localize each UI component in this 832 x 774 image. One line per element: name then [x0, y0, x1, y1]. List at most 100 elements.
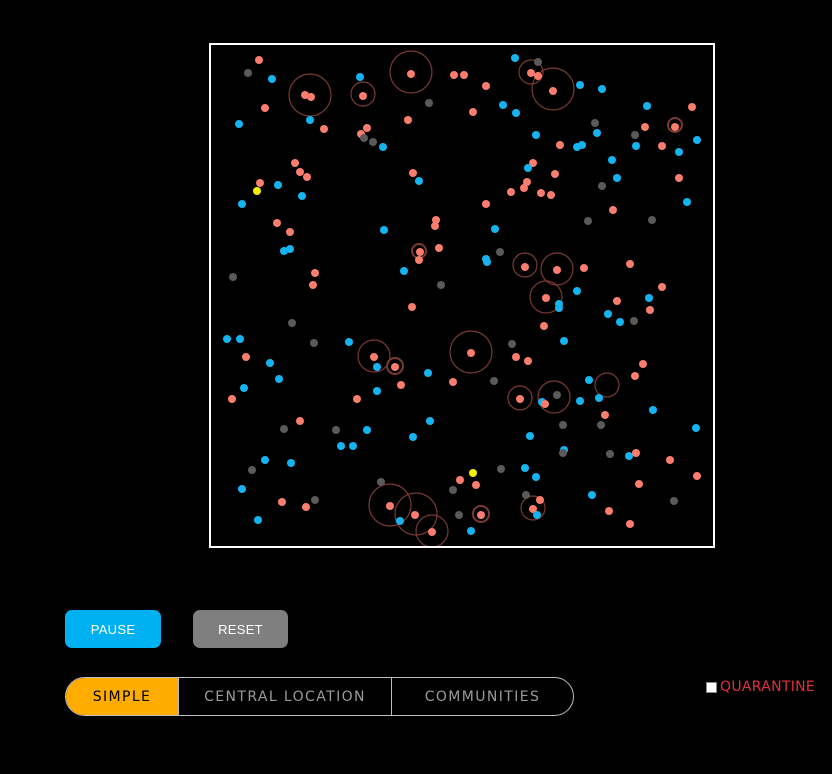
particle-infected: [256, 179, 264, 187]
particle-infected: [255, 56, 263, 64]
particle-infected: [353, 395, 361, 403]
particle-infected: [291, 159, 299, 167]
tab-communities[interactable]: COMMUNITIES: [392, 678, 573, 715]
particle-healthy: [236, 335, 244, 343]
particle-healthy: [585, 376, 593, 384]
particle-infected: [641, 123, 649, 131]
tab-central-location[interactable]: CENTRAL LOCATION: [178, 678, 392, 715]
particle-recovered: [229, 273, 237, 281]
reset-button[interactable]: RESET: [193, 610, 288, 648]
particle-infected: [540, 322, 548, 330]
particle-infected: [407, 70, 415, 78]
particle-infected: [303, 173, 311, 181]
particle-healthy: [396, 517, 404, 525]
particle-healthy: [560, 337, 568, 345]
particle-recovered: [553, 391, 561, 399]
particle-healthy: [280, 247, 288, 255]
particle-healthy: [415, 177, 423, 185]
particle-infected: [363, 124, 371, 132]
particle-healthy: [235, 120, 243, 128]
tab-simple[interactable]: SIMPLE: [66, 678, 178, 715]
infection-ring: [594, 372, 620, 398]
particle-healthy: [426, 417, 434, 425]
particle-healthy: [223, 335, 231, 343]
particle-healthy: [693, 136, 701, 144]
particle-healthy: [555, 304, 563, 312]
particle-healthy: [373, 387, 381, 395]
particle-healthy: [649, 406, 657, 414]
pause-button[interactable]: PAUSE: [65, 610, 161, 648]
particle-infected: [556, 141, 564, 149]
particle-healthy: [337, 442, 345, 450]
particle-healthy: [576, 81, 584, 89]
particle-infected: [409, 169, 417, 177]
particle-recovered: [311, 496, 319, 504]
particle-infected: [408, 303, 416, 311]
particle-infected: [613, 297, 621, 305]
particle-recovered: [360, 134, 368, 142]
particle-healthy: [274, 181, 282, 189]
particle-highlight: [253, 187, 261, 195]
particle-healthy: [349, 442, 357, 450]
particle-healthy: [643, 102, 651, 110]
particle-infected: [482, 200, 490, 208]
particle-infected: [658, 283, 666, 291]
particle-infected: [605, 507, 613, 515]
quarantine-label: QUARANTINE: [720, 679, 816, 695]
particle-recovered: [310, 339, 318, 347]
particle-healthy: [521, 464, 529, 472]
particle-recovered: [591, 119, 599, 127]
particle-infected: [320, 125, 328, 133]
particle-infected: [370, 353, 378, 361]
particle-infected: [477, 511, 485, 519]
particle-healthy: [683, 198, 691, 206]
simulation-canvas: [209, 43, 715, 548]
particle-recovered: [559, 449, 567, 457]
particle-recovered: [244, 69, 252, 77]
particle-recovered: [332, 426, 340, 434]
particle-infected: [646, 306, 654, 314]
particle-healthy: [616, 318, 624, 326]
particle-infected: [311, 269, 319, 277]
particle-infected: [520, 184, 528, 192]
particle-recovered: [631, 131, 639, 139]
particle-healthy: [593, 129, 601, 137]
particle-healthy: [483, 258, 491, 266]
particle-healthy: [613, 174, 621, 182]
particle-infected: [456, 476, 464, 484]
particle-healthy: [604, 310, 612, 318]
particle-healthy: [254, 516, 262, 524]
particle-healthy: [275, 375, 283, 383]
particle-infected: [658, 142, 666, 150]
particle-infected: [391, 363, 399, 371]
particle-infected: [431, 222, 439, 230]
particle-healthy: [576, 397, 584, 405]
particle-recovered: [455, 511, 463, 519]
particle-infected: [273, 219, 281, 227]
particle-healthy: [379, 143, 387, 151]
particle-healthy: [491, 225, 499, 233]
particle-recovered: [670, 497, 678, 505]
particle-infected: [541, 400, 549, 408]
particle-recovered: [496, 248, 504, 256]
particle-infected: [296, 417, 304, 425]
particle-healthy: [306, 116, 314, 124]
quarantine-checkbox[interactable]: [706, 681, 717, 693]
particle-infected: [397, 381, 405, 389]
particle-healthy: [533, 511, 541, 519]
particle-infected: [542, 294, 550, 302]
particle-field: [223, 50, 701, 546]
particle-healthy: [598, 85, 606, 93]
particle-recovered: [597, 421, 605, 429]
particle-healthy: [499, 101, 507, 109]
quarantine-toggle[interactable]: QUARANTINE: [706, 679, 815, 695]
particle-infected: [549, 87, 557, 95]
particle-healthy: [261, 456, 269, 464]
particle-healthy: [266, 359, 274, 367]
particle-healthy: [268, 75, 276, 83]
particle-infected: [534, 72, 542, 80]
particle-infected: [635, 480, 643, 488]
particle-healthy: [287, 459, 295, 467]
particle-infected: [449, 378, 457, 386]
particle-infected: [450, 71, 458, 79]
